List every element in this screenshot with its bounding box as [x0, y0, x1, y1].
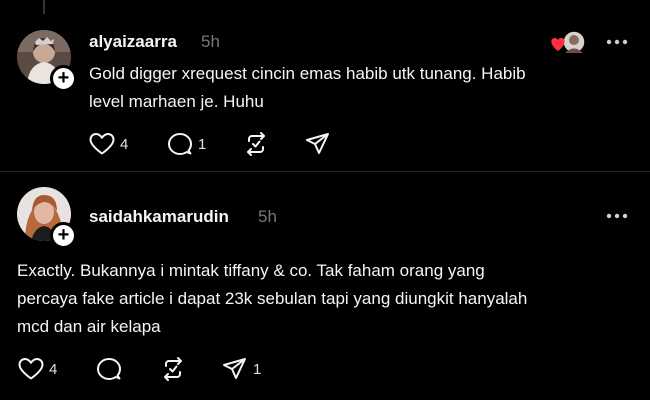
- post-text-line: level marhaen je. Huhu: [89, 92, 264, 111]
- post-divider: [0, 171, 650, 172]
- more-icon[interactable]: [606, 212, 628, 220]
- post-text: Gold digger xrequest cincin emas habib u…: [89, 60, 526, 116]
- post-text-line: Exactly. Bukannya i mintak tiffany & co.…: [17, 261, 485, 280]
- share-button[interactable]: [305, 130, 331, 158]
- post-text-line: Gold digger xrequest cincin emas habib u…: [89, 64, 526, 83]
- reply-button[interactable]: [96, 355, 122, 383]
- send-icon: [223, 358, 246, 379]
- send-icon: [306, 133, 329, 154]
- comment-icon: [168, 133, 192, 155]
- reply-count: 1: [198, 135, 207, 153]
- timestamp: 5h: [201, 32, 220, 51]
- heart-icon: [89, 133, 115, 155]
- like-button[interactable]: 4: [18, 355, 57, 383]
- repost-icon: [164, 357, 182, 381]
- username[interactable]: saidahkamarudin: [89, 207, 229, 227]
- avatar-container[interactable]: +: [17, 30, 77, 92]
- share-count: 1: [253, 360, 262, 378]
- follow-plus-icon[interactable]: +: [50, 65, 77, 92]
- avatar-container[interactable]: +: [17, 187, 77, 249]
- post-text: Exactly. Bukannya i mintak tiffany & co.…: [17, 257, 527, 341]
- comment-icon: [97, 358, 121, 380]
- thread-connector-line: [43, 0, 45, 14]
- username[interactable]: alyaizaarra: [89, 32, 177, 52]
- like-count: 4: [120, 135, 129, 153]
- heart-icon: [551, 37, 565, 51]
- heart-icon: [18, 358, 44, 380]
- follow-plus-icon[interactable]: +: [50, 222, 77, 249]
- like-count: 4: [49, 360, 58, 378]
- timestamp: 5h: [258, 207, 277, 226]
- repost-button[interactable]: [243, 130, 269, 158]
- repost-icon: [247, 132, 265, 156]
- post-text-line: percaya fake article i dapat 23k sebulan…: [17, 289, 528, 308]
- more-icon[interactable]: [606, 38, 628, 46]
- post-text-line: mcd dan air kelapa: [17, 317, 161, 336]
- share-button[interactable]: 1: [222, 355, 261, 383]
- repost-button[interactable]: [160, 355, 186, 383]
- liked-by-avatar[interactable]: [548, 29, 588, 57]
- like-button[interactable]: 4: [89, 130, 128, 158]
- reply-button[interactable]: 1: [167, 130, 206, 158]
